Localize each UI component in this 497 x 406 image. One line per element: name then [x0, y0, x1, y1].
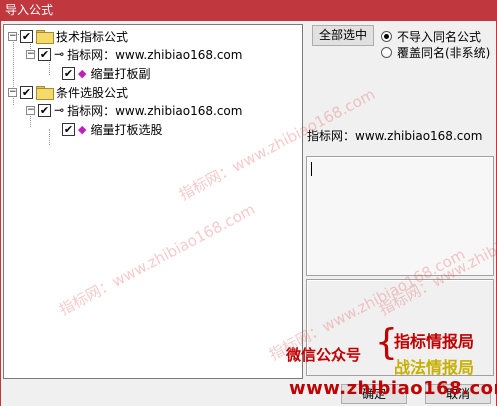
- folder-icon: [36, 30, 54, 44]
- collapse-toggle[interactable]: −: [26, 49, 35, 59]
- tree-node-label: 技术指标公式: [56, 29, 129, 44]
- checkbox-checked[interactable]: ✔: [20, 29, 33, 43]
- radio-unselected-icon: [381, 47, 392, 58]
- text-caret: [311, 162, 312, 176]
- formula-gem-icon: ◆: [78, 66, 87, 80]
- promo-wechat-label: 微信公众号: [286, 346, 362, 364]
- collapse-toggle[interactable]: −: [8, 31, 17, 41]
- info-label: 指标网：www.zhibiao168.com: [307, 129, 483, 143]
- collapse-toggle[interactable]: −: [26, 105, 35, 115]
- radio-overwrite[interactable]: 覆盖同名(非系统): [381, 44, 490, 61]
- tree-node-item1[interactable]: ✔ ◆ 缩量打板副: [62, 64, 150, 82]
- radio-no-import[interactable]: 不导入同名公式: [381, 28, 481, 45]
- checkbox-checked[interactable]: ✔: [62, 122, 75, 136]
- checkbox-checked[interactable]: ✔: [20, 85, 33, 99]
- tree-node-group1[interactable]: − ✔ ⊸ 指标网：www.zhibiao168.com: [26, 45, 242, 63]
- collapse-toggle[interactable]: −: [8, 87, 17, 97]
- formula-gem-icon: ◆: [78, 122, 87, 136]
- key-icon: ⊸: [54, 47, 65, 61]
- promo-url: www.zhibiao168.com: [289, 378, 497, 399]
- window-title-bar[interactable]: 导入公式: [0, 0, 497, 21]
- key-icon: ⊸: [54, 103, 65, 117]
- checkbox-checked[interactable]: ✔: [38, 103, 51, 117]
- checkbox-checked[interactable]: ✔: [62, 66, 75, 80]
- tree-node-label: 条件选股公式: [56, 85, 129, 100]
- window-title: 导入公式: [5, 3, 54, 17]
- select-all-button[interactable]: 全部选中: [312, 25, 374, 46]
- promo-line1: 指标情报局: [394, 332, 475, 351]
- tree-node-group2[interactable]: − ✔ ⊸ 指标网：www.zhibiao168.com: [26, 101, 242, 119]
- formula-text-area[interactable]: [306, 156, 494, 276]
- radio-selected-icon: [381, 31, 392, 42]
- tree-node-label: 指标网：www.zhibiao168.com: [67, 47, 243, 62]
- tree-node-item2[interactable]: ✔ ◆ 缩量打板选股: [62, 120, 162, 138]
- tree-line: [49, 129, 50, 145]
- formula-tree[interactable]: − ✔ 技术指标公式 − ✔ ⊸ 指标网：www.zhibiao168.com …: [3, 24, 303, 379]
- promo-line2: 战法情报局: [394, 358, 475, 377]
- folder-icon: [36, 86, 54, 100]
- tree-node-technical-indicators[interactable]: − ✔ 技术指标公式: [8, 27, 128, 45]
- tree-node-stock-selection[interactable]: − ✔ 条件选股公式: [8, 83, 128, 101]
- tree-node-label: 缩量打板副: [90, 66, 151, 81]
- radio-label: 不导入同名公式: [397, 30, 482, 44]
- tree-node-label: 指标网：www.zhibiao168.com: [67, 103, 243, 118]
- radio-label: 覆盖同名(非系统): [397, 46, 491, 60]
- checkbox-checked[interactable]: ✔: [38, 47, 51, 61]
- tree-node-label: 缩量打板选股: [90, 122, 163, 137]
